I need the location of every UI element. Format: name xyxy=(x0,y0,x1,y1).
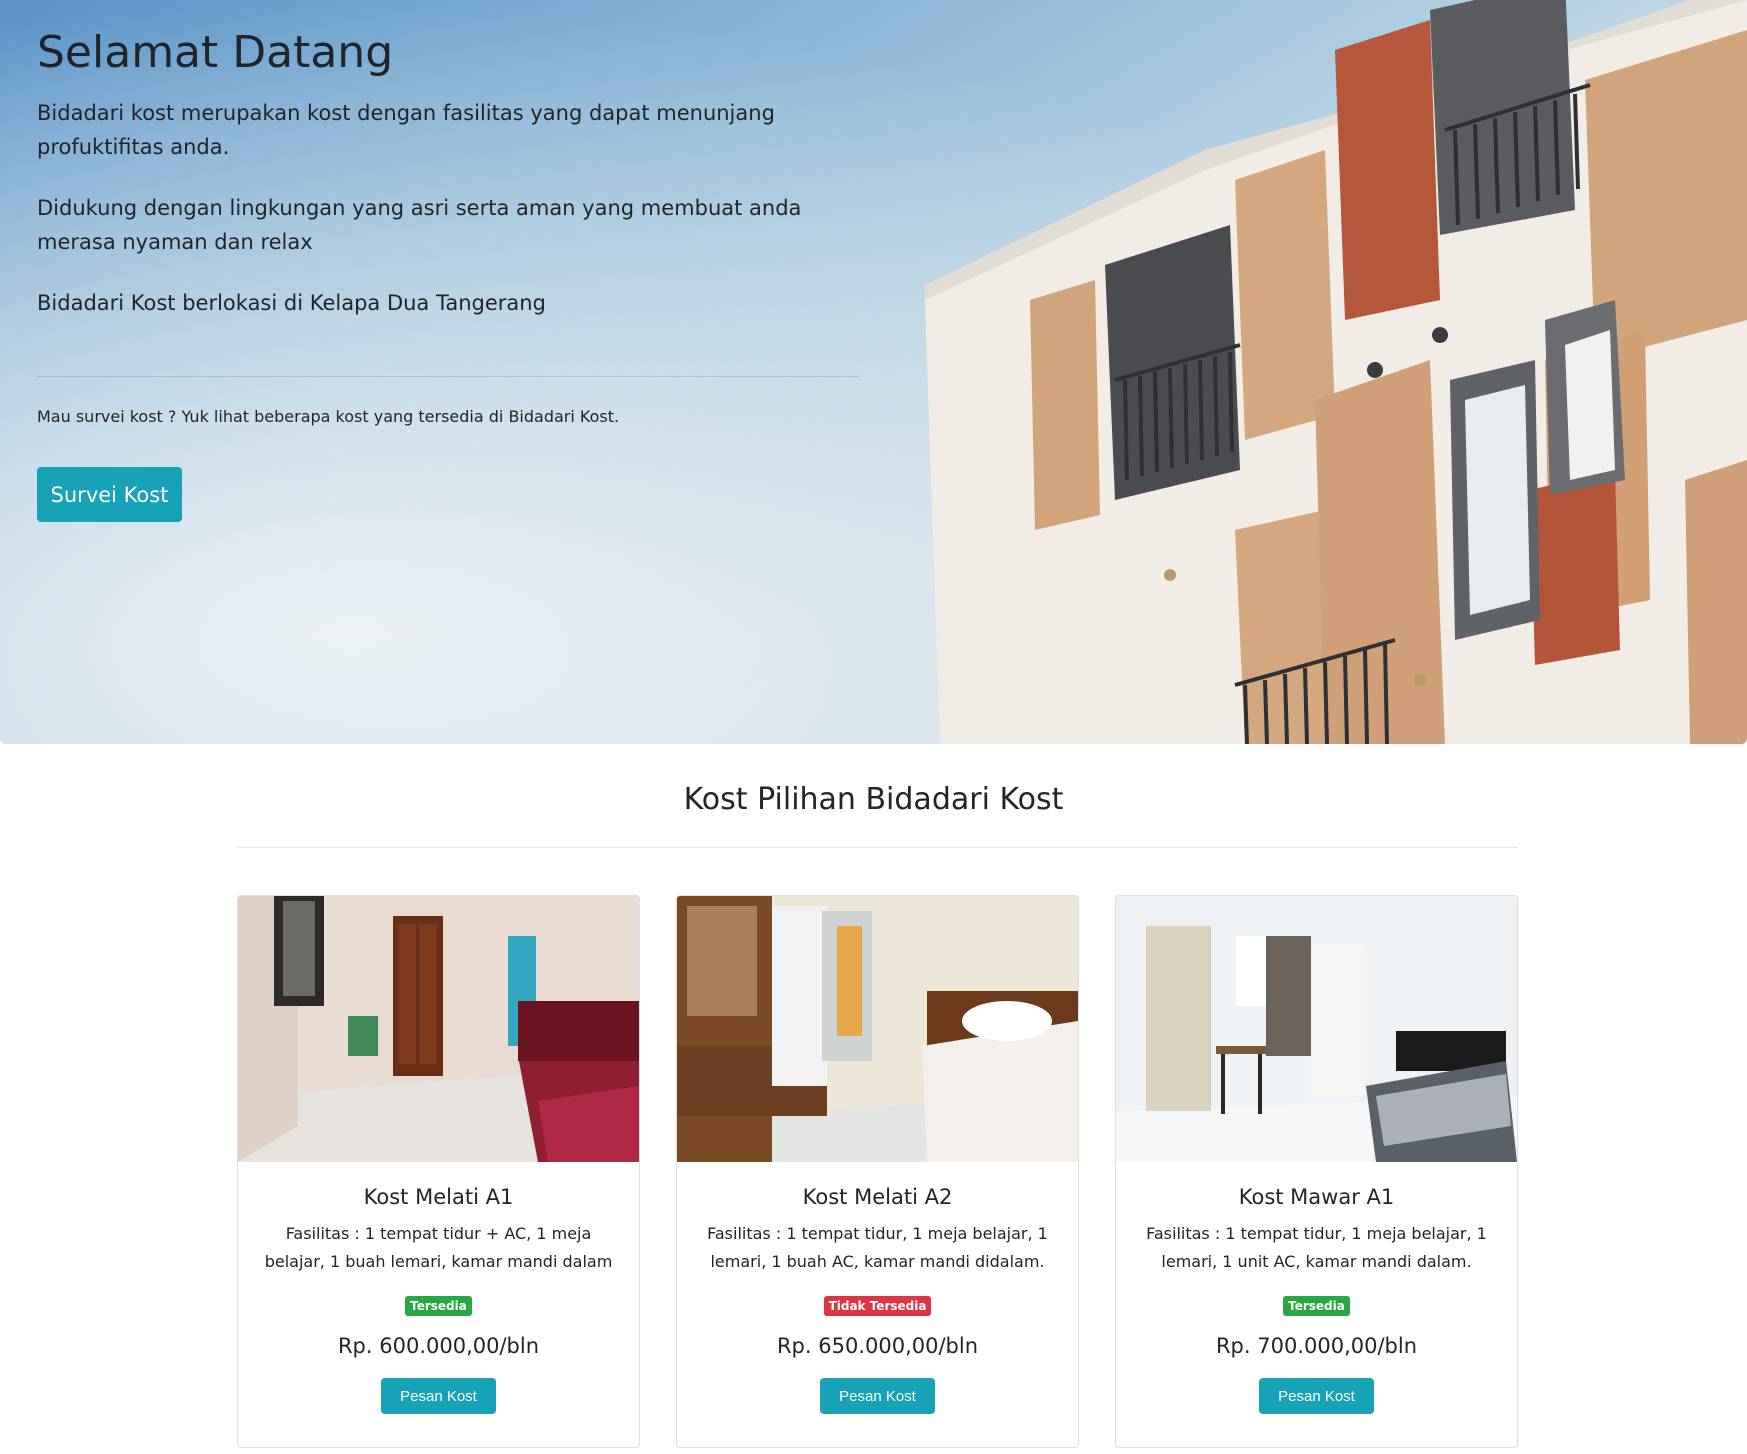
kost-card-price: Rp. 700.000,00/bln xyxy=(1215,1334,1418,1358)
kost-room-image xyxy=(677,896,1078,1162)
kost-card: Kost Melati A2 Fasilitas : 1 tempat tidu… xyxy=(676,895,1079,1448)
kost-card-title: Kost Melati A2 xyxy=(802,1185,953,1209)
kost-card-price: Rp. 650.000,00/bln xyxy=(776,1334,979,1358)
section-divider xyxy=(237,847,1518,848)
kost-card-facilities: Fasilitas : 1 tempat tidur, 1 meja belaj… xyxy=(707,1224,1048,1271)
kost-room-image xyxy=(238,896,639,1162)
kost-card-body: Kost Mawar A1 Fasilitas : 1 tempat tidur… xyxy=(1116,1184,1517,1414)
kost-card-body: Kost Melati A1 Fasilitas : 1 tempat tidu… xyxy=(238,1184,639,1414)
kost-card: Kost Mawar A1 Fasilitas : 1 tempat tidur… xyxy=(1115,895,1518,1448)
status-badge: Tidak Tersedia xyxy=(823,1296,932,1316)
pesan-kost-button[interactable]: Pesan Kost xyxy=(381,1378,496,1414)
kost-card-title: Kost Melati A1 xyxy=(363,1185,514,1209)
section-title: Kost Pilihan Bidadari Kost xyxy=(683,782,1064,817)
kost-card-price: Rp. 600.000,00/bln xyxy=(337,1334,540,1358)
survei-kost-button[interactable]: Survei Kost xyxy=(37,467,182,522)
kost-card-title: Kost Mawar A1 xyxy=(1238,1185,1395,1209)
hero-survey-prompt: Mau survei kost ? Yuk lihat beberapa kos… xyxy=(37,407,620,426)
hero-location-text: Bidadari Kost berlokasi di Kelapa Dua Ta… xyxy=(37,291,546,315)
status-badge: Tersedia xyxy=(405,1296,472,1316)
hero-building-image xyxy=(925,0,1747,744)
hero-jumbotron: Selamat Datang Bidadari kost merupakan k… xyxy=(0,0,1747,744)
hero-description: Bidadari kost merupakan kost dengan fasi… xyxy=(37,101,775,159)
pesan-kost-button[interactable]: Pesan Kost xyxy=(820,1378,935,1414)
hero-environment-text: Didukung dengan lingkungan yang asri ser… xyxy=(37,196,802,254)
hero-title: Selamat Datang xyxy=(37,27,394,78)
kost-card-facilities: Fasilitas : 1 tempat tidur, 1 meja belaj… xyxy=(1146,1224,1487,1271)
kost-card-facilities: Fasilitas : 1 tempat tidur + AC, 1 meja … xyxy=(264,1224,613,1271)
pesan-kost-button[interactable]: Pesan Kost xyxy=(1259,1378,1374,1414)
hero-content: Selamat Datang Bidadari kost merupakan k… xyxy=(37,24,859,522)
kost-room-image xyxy=(1116,896,1517,1162)
kost-card: Kost Melati A1 Fasilitas : 1 tempat tidu… xyxy=(237,895,640,1448)
status-badge: Tersedia xyxy=(1283,1296,1350,1316)
hero-divider xyxy=(37,376,859,377)
kost-card-body: Kost Melati A2 Fasilitas : 1 tempat tidu… xyxy=(677,1184,1078,1414)
